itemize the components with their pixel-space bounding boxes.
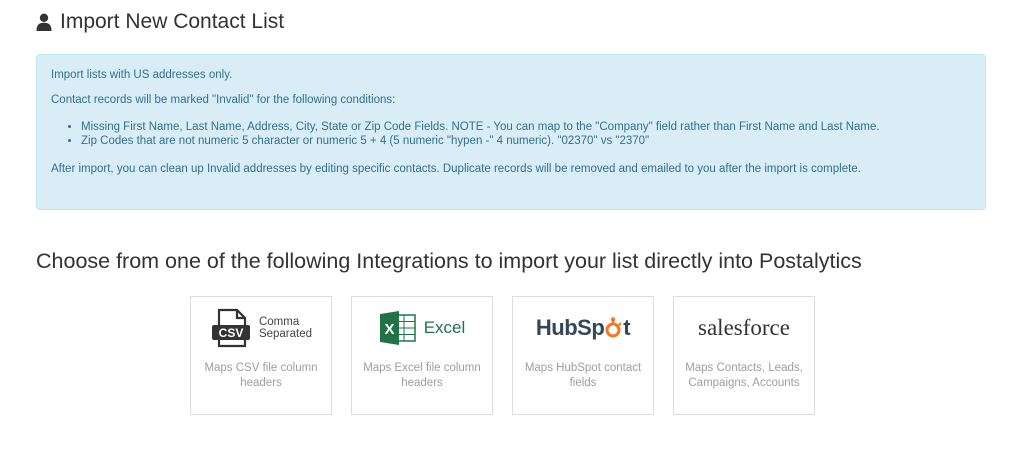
csv-card-description: Maps CSV file column headers	[204, 362, 318, 389]
info-outro: After import, you can clean up Invalid a…	[51, 163, 861, 175]
hubspot-card-description: Maps HubSpot contact fields	[524, 362, 642, 389]
svg-text:X: X	[384, 321, 394, 338]
condition-item: Missing First Name, Last Name, Address, …	[81, 120, 971, 134]
conditions-list: Missing First Name, Last Name, Address, …	[51, 120, 971, 148]
excel-icon: X	[379, 311, 416, 345]
hubspot-sprocket-icon	[605, 317, 622, 338]
integrations-title: Choose from one of the following Integra…	[36, 249, 862, 273]
salesforce-card-description: Maps Contacts, Leads, Campaigns, Account…	[685, 362, 803, 389]
hubspot-logo-text-1: HubSp	[535, 315, 605, 340]
info-intro: Import lists with US addresses only.	[51, 69, 233, 81]
salesforce-integration-card[interactable]: salesforce Maps Contacts, Leads, Campaig…	[673, 296, 815, 415]
page-title: Import New Contact List	[36, 10, 284, 34]
user-icon	[36, 13, 52, 31]
hubspot-logo: HubSp t	[513, 297, 653, 359]
page-title-text: Import New Contact List	[60, 10, 285, 33]
csv-integration-card[interactable]: CSV Comma Separated Maps CSV file column…	[190, 296, 332, 415]
excel-logo-text: Excel	[423, 318, 466, 337]
hubspot-logo-text-2: t	[623, 315, 631, 340]
info-alert: Import lists with US addresses only. Con…	[36, 54, 986, 210]
excel-integration-card[interactable]: X Excel Maps Excel file column headers	[351, 296, 493, 415]
salesforce-logo: salesforce	[674, 297, 814, 359]
excel-card-description: Maps Excel file column headers	[363, 362, 481, 389]
info-conditions-intro: Contact records will be marked "Invalid"…	[51, 94, 396, 106]
salesforce-logo-text: salesforce	[698, 315, 790, 340]
condition-item: Zip Codes that are not numeric 5 charact…	[81, 134, 971, 148]
csv-logo: CSV Comma Separated	[191, 297, 331, 359]
csv-logo-line1: Comma	[258, 316, 300, 328]
excel-logo: X Excel	[352, 297, 492, 359]
hubspot-integration-card[interactable]: HubSp t Maps HubSpot contact fields	[512, 296, 654, 415]
integration-cards: CSV Comma Separated Maps CSV file column…	[190, 296, 815, 415]
csv-logo-line2: Separated	[258, 328, 313, 340]
svg-text:CSV: CSV	[219, 326, 244, 340]
csv-file-icon: CSV	[211, 308, 250, 348]
